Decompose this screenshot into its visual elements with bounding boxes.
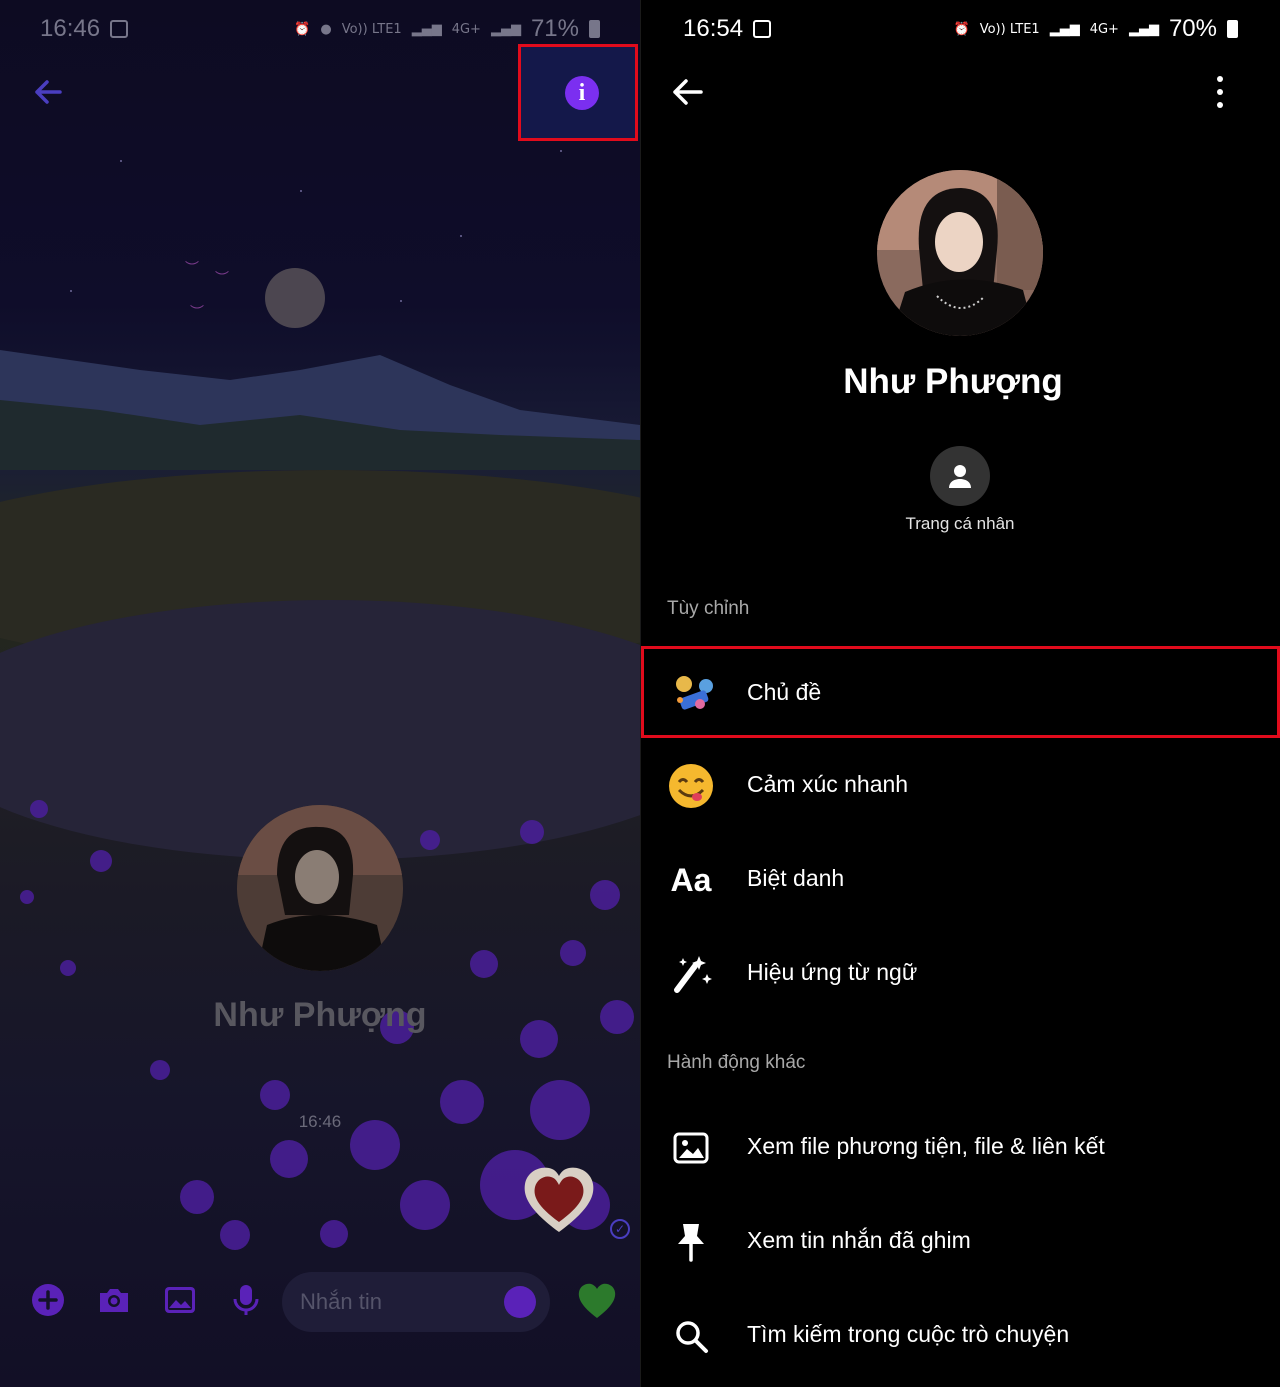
seen-indicator-icon: ✓ [610,1219,630,1239]
star [560,150,562,152]
menu-item-search-conversation[interactable]: Tìm kiếm trong cuộc trò chuyện [641,1288,1280,1380]
menu-item-label: Biệt danh [747,864,845,891]
camera-icon[interactable] [96,1282,132,1318]
menu-item-label: Hiệu ứng từ ngữ [747,958,918,985]
volte-icon: Vo)) LTE1 [979,21,1040,37]
battery-icon [589,20,600,38]
section-title-more-actions: Hành động khác [667,1052,806,1073]
menu-item-label: Xem file phương tiện, file & liên kết [747,1132,1105,1159]
emoji-icon[interactable] [504,1286,536,1318]
avatar[interactable] [877,170,1043,336]
battery-percent: 70% [1168,15,1217,42]
star [120,160,122,162]
person-icon [949,465,971,488]
profile-button[interactable] [930,446,990,506]
status-time: 16:46 [40,15,101,42]
battery-percent: 71% [530,15,579,42]
microphone-icon[interactable] [228,1282,264,1318]
chat-screen: ︶ ︶ ︶ 16:46 ⏰ ● Vo)) LTE1 ▂▄▆ 4G+ ▂▄▆ 71… [0,0,640,1387]
search-icon [667,1312,715,1360]
menu-item-label: Xem tin nhắn đã ghim [747,1226,971,1253]
image-icon[interactable] [162,1282,198,1318]
section-title-customize: Tùy chỉnh [667,598,750,619]
heart-message[interactable] [519,1160,599,1240]
network-type: 4G+ [451,21,481,37]
magic-wand-icon [667,950,715,998]
volte-icon: Vo)) LTE1 [341,21,402,37]
plus-circle-icon[interactable] [30,1282,66,1318]
menu-item-quick-reaction[interactable]: Cảm xúc nhanh [641,738,1280,830]
network-type: 4G+ [1089,21,1119,37]
emoji-reaction-icon [667,762,715,810]
menu-item-pinned-messages[interactable]: Xem tin nhắn đã ghim [641,1194,1280,1286]
info-button-highlight[interactable]: i [518,44,638,141]
menu-item-word-effects[interactable]: Hiệu ứng từ ngữ [641,926,1280,1018]
alarm-icon: ⏰ [294,21,311,37]
menu-item-label: Cảm xúc nhanh [747,770,909,797]
location-icon: ● [320,21,332,37]
image-icon [667,1124,715,1172]
star [400,300,402,302]
star [460,235,462,237]
signal-icon: ▂▄▆ [490,21,521,37]
signal-icon: ▂▄▆ [411,21,442,37]
bird-image: ︶ [215,271,229,287]
menu-item-theme[interactable]: Chủ đề [641,646,1280,738]
moon-image [265,268,325,328]
contact-name: Như Phượng [213,996,427,1034]
message-time: 16:46 [298,1112,342,1131]
signal-icon: ▂▄▆ [1049,21,1080,37]
profile-button-label: Trang cá nhân [905,514,1015,533]
menu-item-nickname[interactable]: Aa Biệt danh [641,832,1280,924]
bird-image: ︶ [190,305,204,321]
battery-icon [1227,20,1238,38]
image-notification-icon [753,20,772,38]
star [300,190,302,192]
menu-item-label: Chủ đề [747,678,822,705]
theme-icon [670,670,718,718]
bird-image: ︶ [185,261,199,277]
arrow-left-icon[interactable] [669,74,705,110]
contact-name: Như Phượng [843,362,1063,401]
menu-item-view-media[interactable]: Xem file phương tiện, file & liên kết [641,1100,1280,1192]
more-options-icon[interactable] [1205,74,1235,110]
status-bar: 16:54 ⏰ Vo)) LTE1 ▂▄▆ 4G+ ▂▄▆ 70% [641,0,1280,58]
mountains-image [0,350,640,470]
status-time: 16:54 [683,15,744,42]
signal-icon: ▂▄▆ [1128,21,1159,37]
image-notification-icon [110,20,129,38]
message-input[interactable] [300,1272,500,1332]
arrow-left-icon[interactable] [30,74,66,110]
menu-item-label: Tìm kiếm trong cuộc trò chuyện [747,1320,1070,1347]
conversation-settings-screen: 16:54 ⏰ Vo)) LTE1 ▂▄▆ 4G+ ▂▄▆ 70% Như Ph… [641,0,1280,1387]
star [70,290,72,292]
message-input-container [282,1272,550,1332]
avatar[interactable] [237,805,403,971]
text-aa-icon: Aa [670,861,712,898]
alarm-icon: ⏰ [953,21,970,37]
message-composer [0,1262,640,1342]
pin-icon [667,1218,715,1266]
green-heart-icon[interactable] [576,1280,618,1322]
info-icon[interactable]: i [565,76,599,110]
